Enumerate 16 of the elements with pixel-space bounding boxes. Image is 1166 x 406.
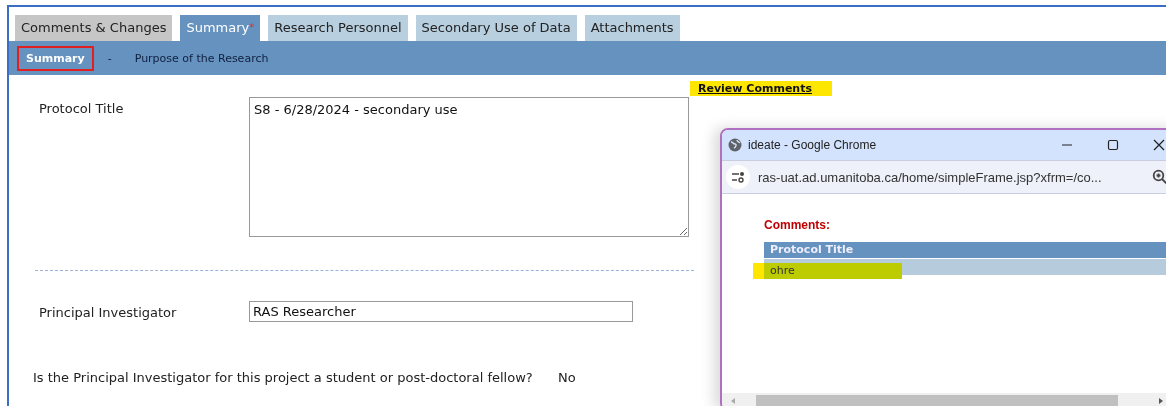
- tab[interactable]: Research Personnel: [268, 15, 408, 41]
- review-comments-link[interactable]: Review Comments: [690, 81, 832, 96]
- tab[interactable]: Comments & Changes: [15, 15, 173, 41]
- field-label: Principal Investigator: [39, 304, 178, 322]
- text-area[interactable]: S8 - 6/28/2024 - secondary use: [249, 97, 689, 237]
- subnav-link[interactable]: Purpose of the Research: [125, 45, 278, 71]
- window-title: ideate - Google Chrome: [748, 138, 878, 152]
- input-field[interactable]: RAS Researcher: [249, 301, 633, 322]
- tab[interactable]: Secondary Use of Data: [415, 15, 577, 41]
- column-header: Protocol Title: [764, 242, 1166, 258]
- question-label: Is the Principal Investigator for this project a student or post-doctoral fellow?: [33, 370, 534, 385]
- tab[interactable]: Attachments: [584, 15, 680, 41]
- field-label: Protocol Title: [39, 100, 125, 118]
- answer-text: No: [558, 370, 577, 385]
- separator: -: [107, 51, 112, 65]
- comments-heading: Comments:: [764, 218, 831, 232]
